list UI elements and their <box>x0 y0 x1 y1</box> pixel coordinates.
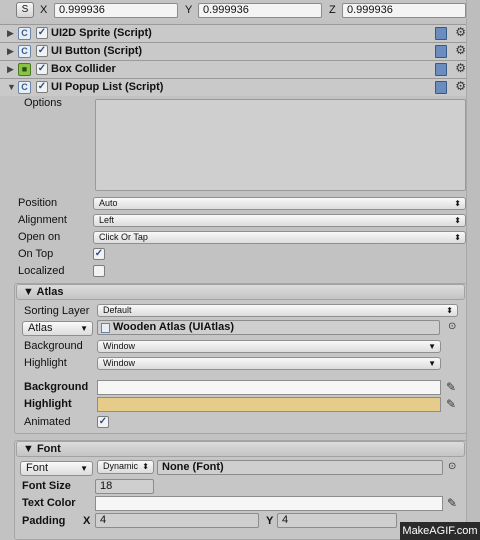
component-ui-button[interactable]: ▶ C ✓ UI Button (Script) ⚙ <box>0 42 480 60</box>
eyedropper-icon[interactable]: ✎ <box>446 380 458 394</box>
script-icon: C <box>18 81 31 94</box>
dropdown-arrow-icon: ▼ <box>80 464 88 473</box>
scale-z-field[interactable]: 0.999936 <box>342 3 466 18</box>
script-icon: C <box>18 45 31 58</box>
object-picker-icon[interactable]: ⊙ <box>448 461 456 472</box>
dropdown-arrow-icon: ▼ <box>428 342 436 351</box>
gear-icon[interactable]: ⚙ <box>455 61 466 75</box>
alignment-dropdown[interactable]: Left ⬍ <box>93 214 466 227</box>
component-ui-popup-list[interactable]: ▼ C ✓ UI Popup List (Script) ⚙ <box>0 78 480 96</box>
dropdown-arrow-icon: ▼ <box>428 359 436 368</box>
scrollbar[interactable] <box>466 0 480 540</box>
help-book-icon[interactable] <box>435 63 447 76</box>
localized-checkbox[interactable] <box>93 265 105 277</box>
help-book-icon[interactable] <box>435 81 447 94</box>
eyedropper-icon[interactable]: ✎ <box>446 397 458 411</box>
component-enabled-checkbox[interactable]: ✓ <box>36 45 48 57</box>
component-ui2d-sprite[interactable]: ▶ C ✓ UI2D Sprite (Script) ⚙ <box>0 24 480 42</box>
dropdown-arrow-icon: ⬍ <box>454 233 461 242</box>
font-section-header[interactable]: ▼ Font <box>16 441 465 457</box>
component-box-collider[interactable]: ▶ ■ ✓ Box Collider ⚙ <box>0 60 480 78</box>
padding-y-label: Y <box>266 515 274 527</box>
background-color-label: Background <box>24 381 89 393</box>
padding-x-field[interactable]: 4 <box>95 513 259 528</box>
gear-icon[interactable]: ⚙ <box>455 25 466 39</box>
scale-lock-button[interactable]: S <box>16 2 34 18</box>
options-textarea[interactable] <box>95 99 466 191</box>
atlas-object-field[interactable]: Wooden Atlas (UIAtlas) <box>97 320 440 335</box>
component-enabled-checkbox[interactable]: ✓ <box>36 27 48 39</box>
text-color-label: Text Color <box>22 497 76 509</box>
scale-x-field[interactable]: 0.999936 <box>54 3 178 18</box>
sprite-highlight-label: Highlight <box>24 357 67 369</box>
open-on-label: Open on <box>18 231 61 243</box>
on-top-label: On Top <box>18 248 54 260</box>
font-dynamic-dropdown[interactable]: Dynamic ⬍ <box>97 460 154 474</box>
position-dropdown[interactable]: Auto ⬍ <box>93 197 466 210</box>
sprite-background-dropdown[interactable]: Window ▼ <box>97 340 441 353</box>
localized-label: Localized <box>18 265 65 277</box>
scale-x-label: X <box>40 4 48 16</box>
component-enabled-checkbox[interactable]: ✓ <box>36 81 48 93</box>
padding-y-field[interactable]: 4 <box>277 513 397 528</box>
dropdown-arrow-icon: ⬍ <box>454 216 461 225</box>
component-title: UI Popup List (Script) <box>51 81 164 93</box>
box-collider-icon: ■ <box>18 63 31 76</box>
fold-arrow-icon[interactable]: ▶ <box>7 28 14 39</box>
watermark: MakeAGIF.com <box>400 522 480 540</box>
component-title: UI2D Sprite (Script) <box>51 27 152 39</box>
open-on-dropdown[interactable]: Click Or Tap ⬍ <box>93 231 466 244</box>
animated-label: Animated <box>24 416 71 428</box>
fold-arrow-icon[interactable]: ▶ <box>7 64 14 75</box>
position-label: Position <box>18 197 58 209</box>
sorting-layer-label: Sorting Layer <box>24 305 90 317</box>
alignment-label: Alignment <box>18 214 67 226</box>
padding-x-label: X <box>83 515 91 527</box>
dropdown-arrow-icon: ▼ <box>80 324 88 333</box>
sorting-layer-dropdown[interactable]: Default ⬍ <box>97 304 458 317</box>
dropdown-arrow-icon: ⬍ <box>454 199 461 208</box>
atlas-asset-icon <box>101 323 110 333</box>
dropdown-arrow-icon: ⬍ <box>446 306 453 315</box>
component-enabled-checkbox[interactable]: ✓ <box>36 63 48 75</box>
font-size-field[interactable]: 18 <box>95 479 154 494</box>
script-icon: C <box>18 27 31 40</box>
fold-arrow-icon[interactable]: ▶ <box>7 46 14 57</box>
highlight-color-label: Highlight <box>24 398 72 410</box>
fold-arrow-icon: ▼ <box>23 286 37 298</box>
scale-y-field[interactable]: 0.999936 <box>198 3 322 18</box>
gear-icon[interactable]: ⚙ <box>455 43 466 57</box>
transform-scale-row: S X 0.999936 Y 0.999936 Z 0.999936 <box>0 0 466 20</box>
options-label: Options <box>24 97 62 109</box>
atlas-type-dropdown[interactable]: Atlas ▼ <box>22 321 93 336</box>
help-book-icon[interactable] <box>435 27 447 40</box>
font-object-field[interactable]: None (Font) <box>157 460 443 475</box>
fold-arrow-icon[interactable]: ▼ <box>7 82 16 92</box>
component-title: UI Button (Script) <box>51 45 143 57</box>
fold-arrow-icon: ▼ <box>23 443 37 455</box>
component-title: Box Collider <box>51 63 116 75</box>
object-picker-icon[interactable]: ⊙ <box>448 321 456 332</box>
on-top-checkbox[interactable]: ✓ <box>93 248 105 260</box>
dropdown-arrow-icon: ⬍ <box>142 462 149 471</box>
highlight-color-field[interactable] <box>97 397 441 412</box>
background-color-field[interactable] <box>97 380 441 395</box>
font-size-label: Font Size <box>22 480 71 492</box>
text-color-field[interactable] <box>95 496 443 511</box>
eyedropper-icon[interactable]: ✎ <box>447 496 459 510</box>
padding-label: Padding <box>22 515 66 527</box>
animated-checkbox[interactable]: ✓ <box>97 416 109 428</box>
gear-icon[interactable]: ⚙ <box>455 79 466 93</box>
sprite-background-label: Background <box>24 340 83 352</box>
scale-z-label: Z <box>329 4 336 16</box>
atlas-section-header[interactable]: ▼ Atlas <box>16 284 465 300</box>
scale-y-label: Y <box>185 4 193 16</box>
font-type-dropdown[interactable]: Font ▼ <box>20 461 93 476</box>
help-book-icon[interactable] <box>435 45 447 58</box>
sprite-highlight-dropdown[interactable]: Window ▼ <box>97 357 441 370</box>
